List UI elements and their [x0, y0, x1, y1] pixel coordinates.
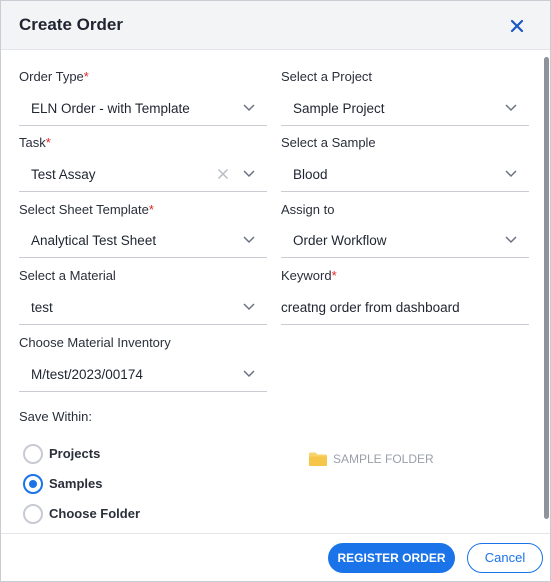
dialog-title: Create Order — [19, 15, 123, 34]
order-type-value: ELN Order - with Template — [31, 101, 190, 116]
task-value: Test Assay — [31, 167, 96, 182]
material-inventory-value: M/test/2023/00174 — [31, 367, 143, 382]
project-select[interactable]: Sample Project — [281, 92, 529, 126]
sheet-template-label: Select Sheet Template* — [19, 202, 154, 217]
close-icon[interactable] — [507, 16, 527, 36]
dialog-header: Create Order — [1, 1, 550, 50]
keyword-value: creatng order from dashboard — [281, 300, 460, 315]
sheet-template-value: Analytical Test Sheet — [31, 233, 157, 248]
material-label: Select a Material — [19, 268, 116, 283]
radio-button[interactable] — [23, 504, 43, 524]
chevron-down-icon — [243, 370, 255, 378]
radio-button[interactable] — [23, 474, 43, 494]
chevron-down-icon — [243, 104, 255, 112]
scrollbar-thumb[interactable] — [544, 57, 549, 519]
assign-to-select[interactable]: Order Workflow — [281, 224, 529, 258]
task-select[interactable]: Test Assay — [19, 158, 267, 192]
material-value: test — [31, 300, 53, 315]
keyword-label: Keyword* — [281, 268, 337, 283]
radio-button[interactable] — [23, 444, 43, 464]
register-order-button[interactable]: REGISTER ORDER — [328, 543, 455, 573]
sample-select[interactable]: Blood — [281, 158, 529, 192]
radio-choose-folder-label: Choose Folder — [49, 506, 141, 521]
save-within-label: Save Within: — [19, 409, 92, 424]
material-select[interactable]: test — [19, 291, 267, 325]
chevron-down-icon — [505, 170, 517, 178]
chevron-down-icon — [243, 170, 255, 178]
assign-to-value: Order Workflow — [293, 233, 387, 248]
radio-samples-label: Samples — [49, 476, 103, 491]
create-order-dialog: Create Order Order Type* ELN Order - wit… — [0, 0, 551, 582]
order-type-select[interactable]: ELN Order - with Template — [19, 92, 267, 126]
sample-value: Blood — [293, 167, 328, 182]
cancel-button[interactable]: Cancel — [467, 543, 543, 573]
assign-to-label: Assign to — [281, 202, 335, 217]
task-label: Task* — [19, 135, 51, 150]
sheet-template-select[interactable]: Analytical Test Sheet — [19, 224, 267, 258]
folder-icon — [309, 452, 327, 466]
radio-projects-label: Projects — [49, 446, 101, 461]
chevron-down-icon — [505, 104, 517, 112]
sample-folder-label: SAMPLE FOLDER — [333, 452, 434, 466]
chevron-down-icon — [243, 303, 255, 311]
clear-icon[interactable] — [217, 168, 229, 180]
material-inventory-label: Choose Material Inventory — [19, 335, 171, 350]
keyword-input[interactable]: creatng order from dashboard — [281, 291, 529, 325]
project-label: Select a Project — [281, 69, 373, 84]
sample-label: Select a Sample — [281, 135, 376, 150]
material-inventory-select[interactable]: M/test/2023/00174 — [19, 358, 267, 392]
project-value: Sample Project — [293, 101, 385, 116]
chevron-down-icon — [243, 236, 255, 244]
order-type-label: Order Type* — [19, 69, 89, 84]
chevron-down-icon — [505, 236, 517, 244]
scrollbar[interactable] — [543, 51, 550, 531]
